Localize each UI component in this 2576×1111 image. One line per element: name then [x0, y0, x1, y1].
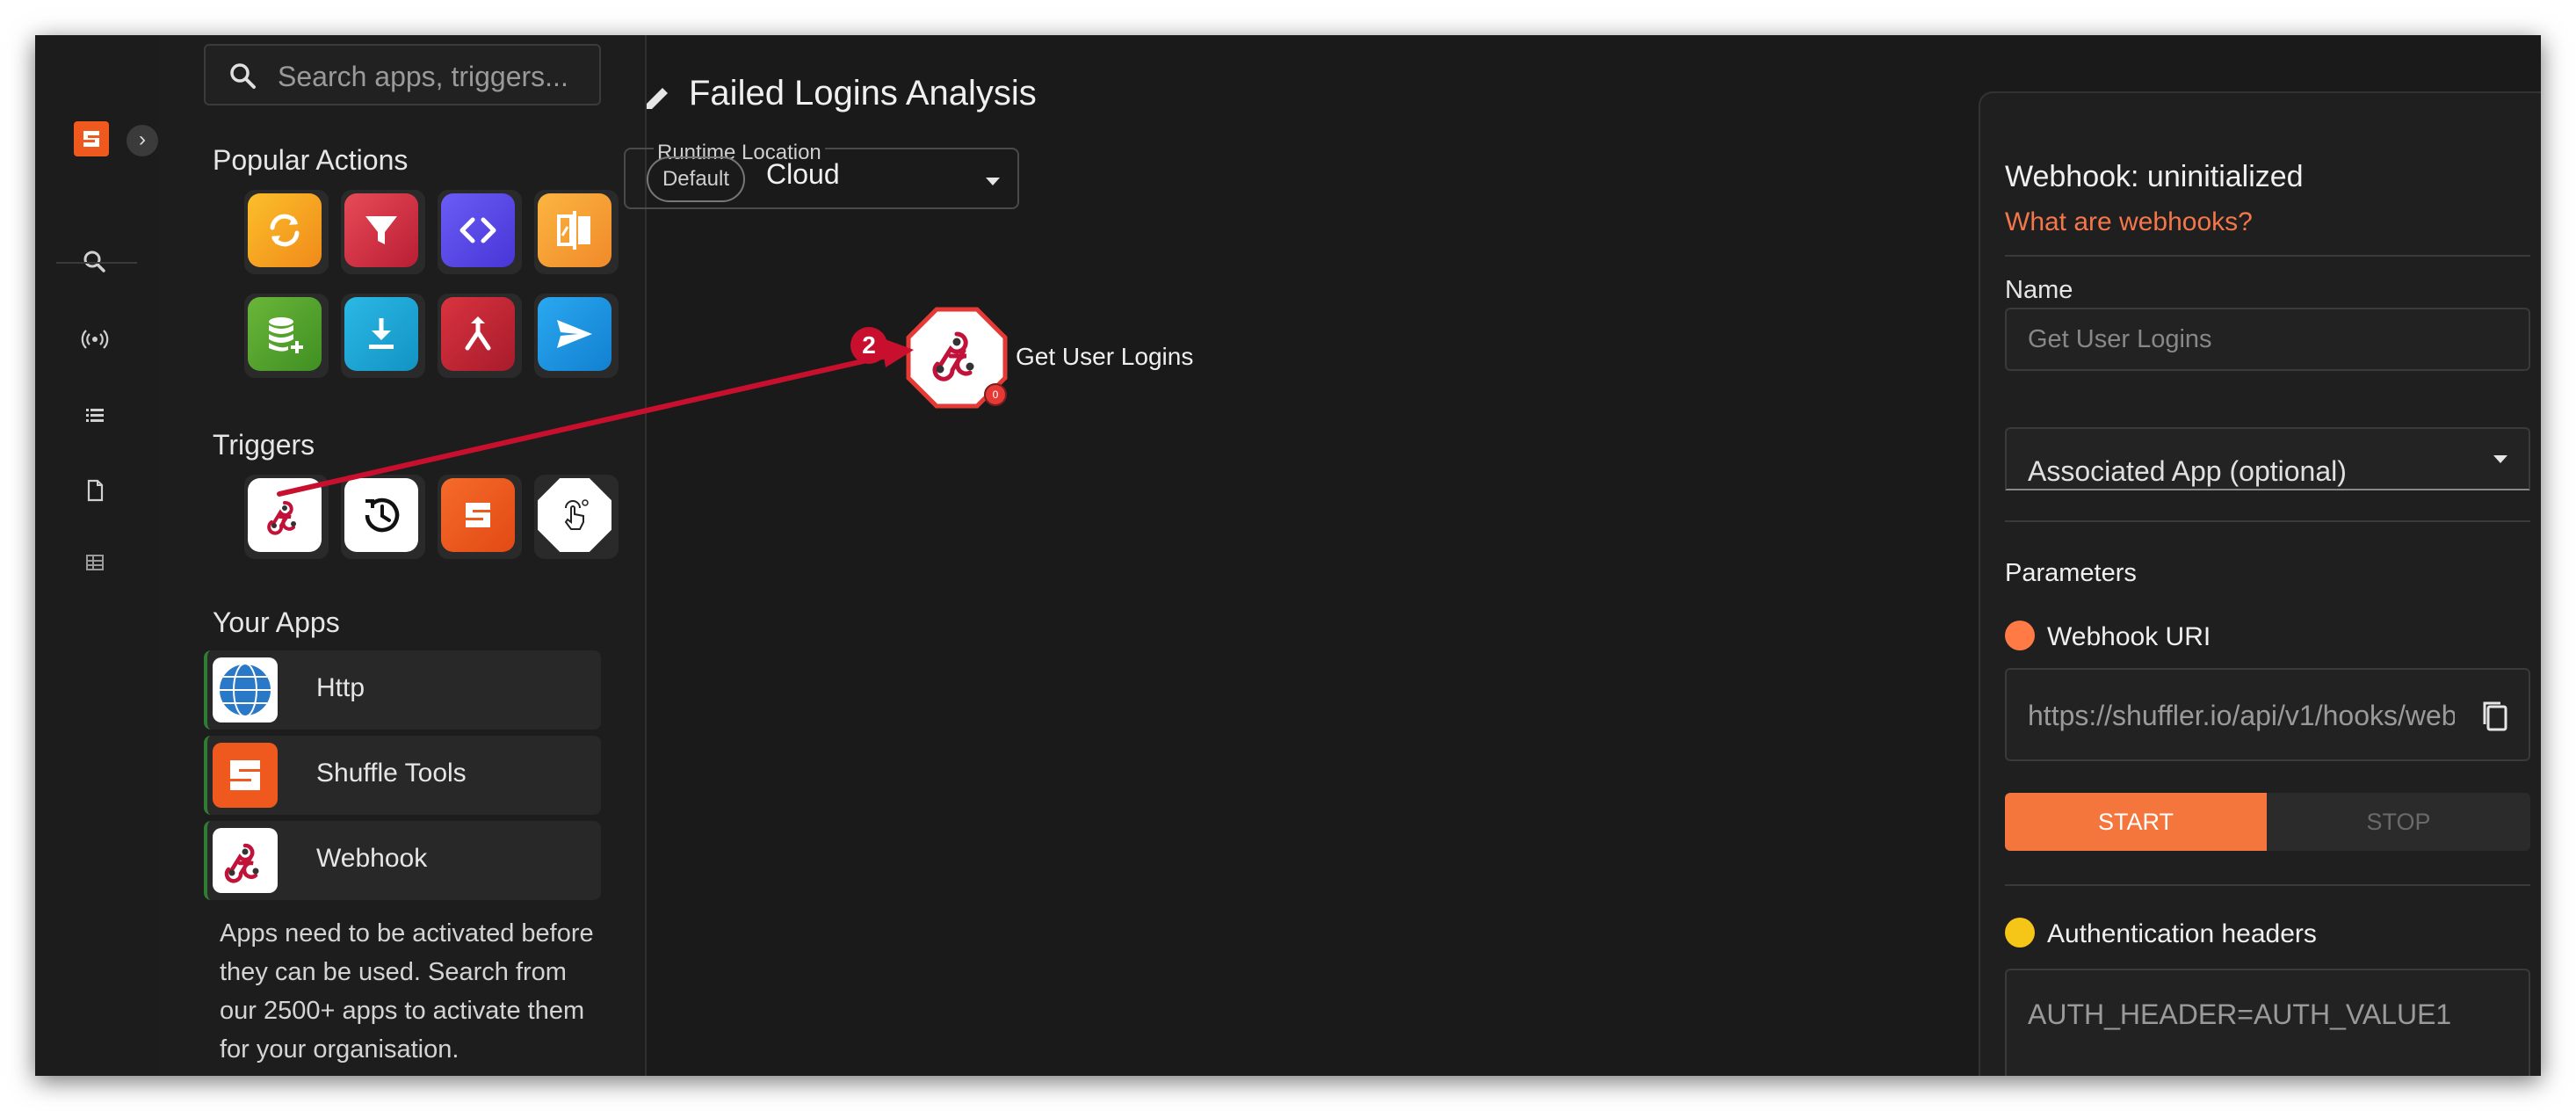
- rail-divider: [56, 262, 137, 264]
- workflow-title[interactable]: Failed Logins Analysis: [689, 74, 1037, 113]
- triggers-nav-icon[interactable]: [76, 320, 114, 359]
- merge-icon: [441, 297, 515, 371]
- repeat-icon: [248, 193, 322, 267]
- runtime-location-select[interactable]: Runtime Location Default Cloud: [624, 142, 1019, 209]
- webhook-uri-label: Webhook URI: [2047, 622, 2211, 651]
- webhook-uri-field[interactable]: https://shuffler.io/api/v1/hooks/webhook…: [2005, 668, 2530, 761]
- app-label-shuffle-tools: Shuffle Tools: [316, 759, 467, 788]
- trigger-tile-webhook[interactable]: [244, 475, 329, 559]
- apps-side-panel: Popular Actions: [158, 35, 647, 1076]
- file-nav-icon[interactable]: [76, 471, 114, 510]
- search-box: [204, 44, 601, 105]
- app-item-http[interactable]: Http: [204, 650, 601, 730]
- node-status-badge: 0: [984, 383, 1007, 406]
- send-icon: [538, 297, 611, 371]
- required-dot-icon: [2005, 621, 2035, 650]
- auth-headers-textarea[interactable]: AUTH_HEADER=AUTH_VALUE1: [2005, 969, 2530, 1076]
- app-item-webhook[interactable]: Webhook: [204, 821, 601, 900]
- your-apps-title: Your Apps: [213, 606, 340, 638]
- webhooks-help-link[interactable]: What are webhooks?: [2005, 207, 2253, 237]
- action-tile-repeat[interactable]: [244, 190, 329, 274]
- shuffle-logo-icon[interactable]: [74, 121, 109, 156]
- action-tile-download[interactable]: [341, 294, 425, 378]
- name-label: Name: [2005, 276, 2073, 304]
- webhook-panel-title: Webhook: uninitialized: [2005, 160, 2304, 193]
- action-tile-send[interactable]: [534, 294, 619, 378]
- action-tile-database[interactable]: [244, 294, 329, 378]
- webhook-config-panel: Webhook: uninitialized What are webhooks…: [1979, 91, 2541, 1076]
- app-window: › Popular Actions: [35, 35, 2541, 1076]
- webhook-icon: [213, 828, 278, 893]
- stop-button[interactable]: STOP: [2267, 793, 2530, 851]
- database-add-icon: [248, 297, 322, 371]
- search-icon: [230, 63, 256, 89]
- triggers-title: Triggers: [213, 429, 315, 461]
- trigger-tile-schedule[interactable]: [341, 475, 425, 559]
- action-tile-compare[interactable]: [534, 190, 619, 274]
- apps-info-text: Apps need to be activated before they ca…: [220, 919, 594, 1064]
- caret-down-icon: [986, 178, 1000, 185]
- shuffle-subflow-icon: [441, 478, 515, 552]
- edit-icon[interactable]: [640, 81, 675, 116]
- runtime-location-value: Cloud: [766, 158, 840, 190]
- globe-icon: [213, 657, 278, 723]
- search-input[interactable]: [276, 56, 596, 97]
- compare-icon: [538, 193, 611, 267]
- action-tile-code[interactable]: [438, 190, 522, 274]
- associated-app-select[interactable]: Associated App (optional): [2005, 427, 2530, 490]
- start-button[interactable]: START: [2005, 793, 2267, 851]
- table-nav-icon[interactable]: [76, 543, 114, 582]
- schedule-icon: [344, 478, 418, 552]
- divider: [2005, 520, 2530, 522]
- name-input[interactable]: [2005, 308, 2530, 371]
- app-item-shuffle-tools[interactable]: Shuffle Tools: [204, 736, 601, 815]
- user-input-icon: [538, 478, 611, 552]
- popular-actions-title: Popular Actions: [213, 144, 409, 176]
- left-rail: ›: [35, 35, 158, 1076]
- node-label: Get User Logins: [1016, 343, 1194, 370]
- action-tile-merge[interactable]: [438, 294, 522, 378]
- divider: [2005, 255, 2530, 257]
- webhook-uri-value: https://shuffler.io/api/v1/hooks/webhook…: [2028, 700, 2455, 731]
- auth-headers-label: Authentication headers: [2047, 919, 2317, 948]
- app-label-webhook: Webhook: [316, 844, 428, 873]
- auth-headers-placeholder: AUTH_HEADER=AUTH_VALUE1: [2028, 998, 2452, 1030]
- shuffle-icon: [213, 743, 278, 808]
- caret-down-icon: [2493, 455, 2507, 463]
- webhook-icon: [248, 478, 322, 552]
- app-label-http: Http: [316, 673, 365, 702]
- parameters-title: Parameters: [2005, 559, 2137, 587]
- expand-sidebar-button[interactable]: ›: [127, 125, 158, 156]
- optional-dot-icon: [2005, 918, 2035, 948]
- copy-icon[interactable]: [2476, 696, 2514, 735]
- trigger-tile-user-input[interactable]: [534, 475, 619, 559]
- associated-app-label: Associated App (optional): [2028, 455, 2347, 487]
- default-chip[interactable]: Default: [647, 156, 745, 202]
- filter-icon: [344, 193, 418, 267]
- trigger-tile-subflow[interactable]: [438, 475, 522, 559]
- annotation-marker-2: 2: [850, 327, 887, 364]
- action-tile-filter[interactable]: [341, 190, 425, 274]
- download-icon: [344, 297, 418, 371]
- list-nav-icon[interactable]: [76, 396, 114, 434]
- code-icon: [441, 193, 515, 267]
- divider: [2005, 884, 2530, 886]
